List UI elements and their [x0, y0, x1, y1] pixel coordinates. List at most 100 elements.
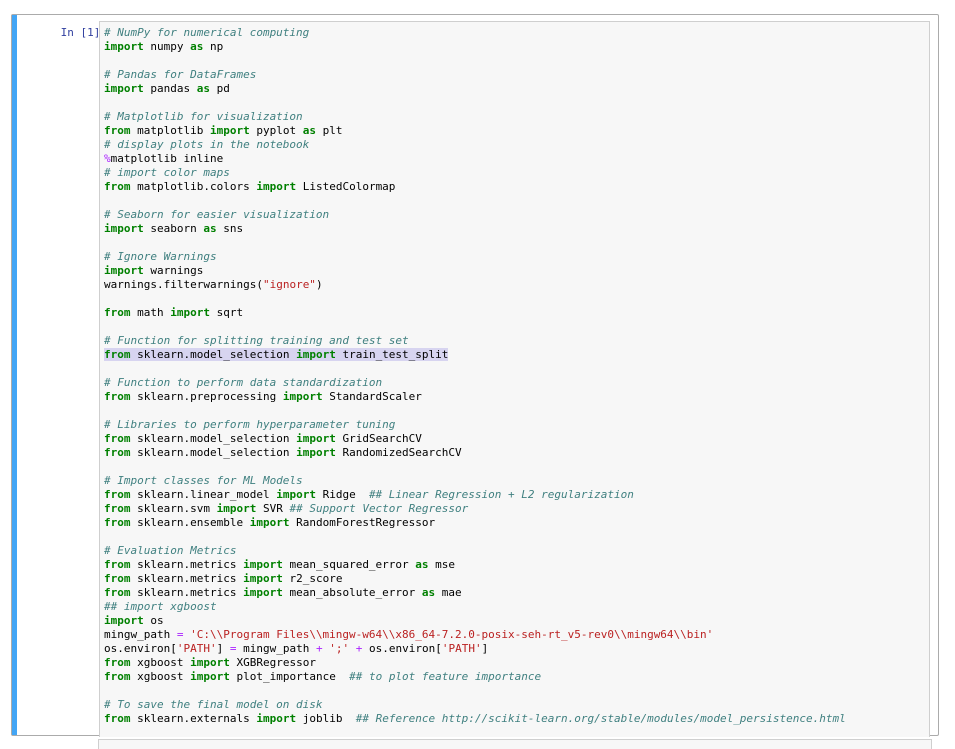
code-token: "ignore" — [262, 278, 316, 291]
code-token: as — [190, 40, 204, 53]
code-token: import — [243, 586, 283, 599]
code-token: sklearn.model_selection — [130, 432, 297, 445]
code-token: import — [104, 264, 144, 277]
code-token: # Function for splitting training and te… — [104, 334, 409, 347]
code-line-text: os.environ['PATH'] = mingw_path + ';' + … — [104, 642, 488, 655]
code-token: mean_absolute_error — [282, 586, 422, 599]
code-token: mse — [428, 558, 456, 571]
selected-text: from sklearn.model_selection import trai… — [104, 348, 449, 361]
code-line[interactable]: from sklearn.model_selection import trai… — [104, 348, 929, 362]
code-token: import — [282, 390, 323, 403]
code-line[interactable]: os.environ['PATH'] = mingw_path + ';' + … — [104, 642, 929, 656]
code-line-text: mingw_path = 'C:\\Program Files\\mingw-w… — [104, 628, 713, 641]
code-token: matplotlib — [130, 124, 210, 137]
code-token: ## Linear Regression + L2 regularization — [368, 488, 634, 501]
code-token: from — [104, 446, 131, 459]
code-line[interactable] — [104, 96, 929, 110]
code-line[interactable]: # To save the final model on disk — [104, 698, 929, 712]
code-line[interactable]: from matplotlib import pyplot as plt — [104, 124, 929, 138]
code-line[interactable]: warnings.filterwarnings("ignore") — [104, 278, 929, 292]
code-line[interactable]: from sklearn.externals import joblib ## … — [104, 712, 929, 726]
code-line[interactable]: # Function to perform data standardizati… — [104, 376, 929, 390]
code-line[interactable]: from math import sqrt — [104, 306, 929, 320]
code-token: StandardScaler — [322, 390, 422, 403]
code-token: sklearn.metrics — [130, 572, 244, 585]
code-token: import — [256, 712, 297, 725]
code-line[interactable] — [104, 404, 929, 418]
code-line[interactable]: from sklearn.linear_model import Ridge #… — [104, 488, 929, 502]
code-line[interactable]: # Ignore Warnings — [104, 250, 929, 264]
code-line-text: from math import sqrt — [104, 306, 243, 319]
code-line[interactable]: # Evaluation Metrics — [104, 544, 929, 558]
code-line[interactable] — [104, 362, 929, 376]
code-line[interactable]: from sklearn.metrics import r2_score — [104, 572, 929, 586]
code-line[interactable]: # Seaborn for easier visualization — [104, 208, 929, 222]
code-line-text: warnings.filterwarnings("ignore") — [104, 278, 323, 291]
code-line[interactable]: ## import xgboost — [104, 600, 929, 614]
code-line[interactable] — [104, 684, 929, 698]
code-token: from — [104, 180, 131, 193]
code-token: + — [315, 642, 323, 655]
code-token: # To save the final model on disk — [104, 698, 323, 711]
code-line[interactable]: from sklearn.metrics import mean_absolut… — [104, 586, 929, 600]
code-line[interactable] — [104, 320, 929, 334]
code-line[interactable]: import numpy as np — [104, 40, 929, 54]
code-token: ] — [481, 642, 489, 655]
code-line-text: # Libraries to perform hyperparameter tu… — [104, 418, 395, 431]
code-token: seaborn — [143, 222, 204, 235]
code-token: sklearn.linear_model — [130, 488, 277, 501]
code-token: ## to plot feature importance — [349, 670, 542, 683]
code-line[interactable]: # Matplotlib for visualization — [104, 110, 929, 124]
code-line[interactable]: import pandas as pd — [104, 82, 929, 96]
code-line[interactable]: # Import classes for ML Models — [104, 474, 929, 488]
code-line[interactable]: import seaborn as sns — [104, 222, 929, 236]
code-line[interactable] — [104, 236, 929, 250]
code-token: from — [104, 670, 131, 683]
code-token: mingw_path — [104, 628, 177, 641]
code-line[interactable]: from sklearn.model_selection import Rand… — [104, 446, 929, 460]
code-line[interactable]: # Pandas for DataFrames — [104, 68, 929, 82]
code-token: mae — [435, 586, 462, 599]
code-line[interactable]: # Function for splitting training and te… — [104, 334, 929, 348]
code-line[interactable]: # display plots in the notebook — [104, 138, 929, 152]
code-line[interactable] — [104, 54, 929, 68]
code-token: 'PATH' — [176, 642, 217, 655]
code-token: as — [302, 124, 316, 137]
code-line[interactable]: # import color maps — [104, 166, 929, 180]
code-line[interactable]: from xgboost import plot_importance ## t… — [104, 670, 929, 684]
code-line[interactable]: from sklearn.svm import SVR ## Support V… — [104, 502, 929, 516]
code-line[interactable]: %matplotlib inline — [104, 152, 929, 166]
code-line[interactable] — [104, 460, 929, 474]
code-token: import — [243, 558, 283, 571]
code-content[interactable]: # NumPy for numerical computing import nu… — [104, 26, 929, 726]
code-token: pyplot — [249, 124, 303, 137]
code-line[interactable]: mingw_path = 'C:\\Program Files\\mingw-w… — [104, 628, 929, 642]
code-line[interactable]: from sklearn.preprocessing import Standa… — [104, 390, 929, 404]
code-line[interactable]: from sklearn.metrics import mean_squared… — [104, 558, 929, 572]
code-token: r2_score — [282, 572, 343, 585]
code-line[interactable] — [104, 292, 929, 306]
code-line[interactable]: # NumPy for numerical computing — [104, 26, 929, 40]
code-line[interactable]: import warnings — [104, 264, 929, 278]
code-line-text: from sklearn.svm import SVR ## Support V… — [104, 502, 468, 515]
code-cell[interactable]: In [1]: # NumPy for numerical computing i… — [11, 14, 939, 737]
code-line[interactable]: from sklearn.model_selection import Grid… — [104, 432, 929, 446]
code-token: as — [203, 222, 217, 235]
code-token: import — [276, 488, 316, 501]
code-token: # import color maps — [104, 166, 230, 179]
code-token: sqrt — [210, 306, 244, 319]
code-editor[interactable]: # NumPy for numerical computing import nu… — [99, 21, 930, 737]
code-line-text: # Seaborn for easier visualization — [104, 208, 329, 221]
code-line-text: # To save the final model on disk — [104, 698, 323, 711]
code-line[interactable] — [104, 194, 929, 208]
code-token: warnings — [143, 264, 204, 277]
code-line[interactable] — [104, 530, 929, 544]
code-line[interactable]: from matplotlib.colors import ListedColo… — [104, 180, 929, 194]
code-line[interactable]: from sklearn.ensemble import RandomFores… — [104, 516, 929, 530]
code-line[interactable]: import os — [104, 614, 929, 628]
code-token: SVR — [256, 502, 290, 515]
code-line[interactable]: # Libraries to perform hyperparameter tu… — [104, 418, 929, 432]
next-code-cell[interactable] — [98, 739, 932, 749]
code-line[interactable]: from xgboost import XGBRegressor — [104, 656, 929, 670]
